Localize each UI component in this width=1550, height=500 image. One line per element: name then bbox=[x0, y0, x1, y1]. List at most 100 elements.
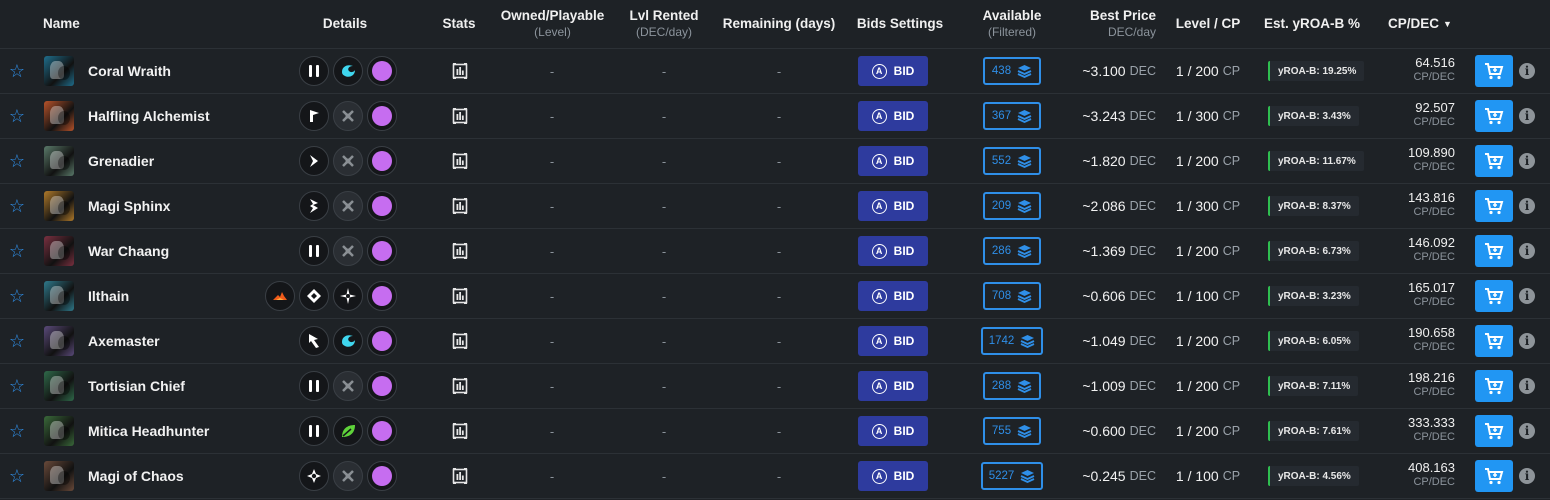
double-strike-icon[interactable] bbox=[299, 191, 329, 221]
buy-cart-button[interactable] bbox=[1475, 145, 1513, 177]
favorite-star-icon[interactable]: ☆ bbox=[8, 454, 26, 498]
stats-icon[interactable] bbox=[450, 94, 470, 138]
mana-icon[interactable] bbox=[367, 281, 397, 311]
mana-icon[interactable] bbox=[367, 101, 397, 131]
buy-cart-button[interactable] bbox=[1475, 370, 1513, 402]
stats-icon[interactable] bbox=[450, 274, 470, 318]
blast-icon[interactable] bbox=[299, 146, 329, 176]
buy-cart-button[interactable] bbox=[1475, 280, 1513, 312]
diamond-icon[interactable] bbox=[299, 281, 329, 311]
mana-icon[interactable] bbox=[367, 56, 397, 86]
info-icon[interactable]: i bbox=[1519, 198, 1535, 214]
favorite-star-icon[interactable]: ☆ bbox=[8, 409, 26, 453]
sneak-icon[interactable] bbox=[299, 56, 329, 86]
buy-cart-button[interactable] bbox=[1475, 415, 1513, 447]
card-name[interactable]: Axemaster bbox=[88, 319, 160, 363]
stats-icon[interactable] bbox=[450, 454, 470, 498]
favorite-star-icon[interactable]: ☆ bbox=[8, 319, 26, 363]
mana-icon[interactable] bbox=[367, 146, 397, 176]
info-icon[interactable]: i bbox=[1519, 288, 1535, 304]
buy-cart-button[interactable] bbox=[1475, 55, 1513, 87]
stats-icon[interactable] bbox=[450, 319, 470, 363]
bid-button[interactable]: A BID bbox=[858, 146, 928, 176]
bid-button[interactable]: A BID bbox=[858, 281, 928, 311]
info-icon[interactable]: i bbox=[1519, 153, 1535, 169]
mana-icon[interactable] bbox=[367, 371, 397, 401]
stats-icon[interactable] bbox=[450, 229, 470, 273]
favorite-star-icon[interactable]: ☆ bbox=[8, 49, 26, 93]
stats-icon[interactable] bbox=[450, 49, 470, 93]
bid-button[interactable]: A BID bbox=[858, 461, 928, 491]
header-cp-dec[interactable]: CP/DEC ▼ bbox=[1380, 0, 1460, 48]
card-thumbnail[interactable] bbox=[44, 101, 74, 131]
mana-icon[interactable] bbox=[367, 191, 397, 221]
card-name[interactable]: Mitica Headhunter bbox=[88, 409, 209, 453]
bid-button[interactable]: A BID bbox=[858, 416, 928, 446]
info-icon[interactable]: i bbox=[1519, 108, 1535, 124]
header-lvl-rented[interactable]: Lvl Rented (DEC/day) bbox=[620, 0, 708, 48]
card-name[interactable]: Magi Sphinx bbox=[88, 184, 170, 228]
info-icon[interactable]: i bbox=[1519, 468, 1535, 484]
card-thumbnail[interactable] bbox=[44, 326, 74, 356]
mana-icon[interactable] bbox=[367, 326, 397, 356]
buy-cart-button[interactable] bbox=[1475, 460, 1513, 492]
card-name[interactable]: Halfling Alchemist bbox=[88, 94, 210, 138]
card-name[interactable]: War Chaang bbox=[88, 229, 169, 273]
mana-icon[interactable] bbox=[367, 236, 397, 266]
info-icon[interactable]: i bbox=[1519, 63, 1535, 79]
card-name[interactable]: Magi of Chaos bbox=[88, 454, 184, 498]
star-icon[interactable] bbox=[333, 281, 363, 311]
info-icon[interactable]: i bbox=[1519, 378, 1535, 394]
mana-icon[interactable] bbox=[367, 416, 397, 446]
empty-icon[interactable] bbox=[333, 236, 363, 266]
mana-icon[interactable] bbox=[367, 461, 397, 491]
sneak-icon[interactable] bbox=[299, 416, 329, 446]
piercing-icon[interactable] bbox=[299, 101, 329, 131]
stats-icon[interactable] bbox=[450, 184, 470, 228]
available-button[interactable]: 367 bbox=[983, 102, 1041, 130]
card-thumbnail[interactable] bbox=[44, 416, 74, 446]
buy-cart-button[interactable] bbox=[1475, 325, 1513, 357]
card-thumbnail[interactable] bbox=[44, 461, 74, 491]
available-button[interactable]: 5227 bbox=[981, 462, 1043, 490]
favorite-star-icon[interactable]: ☆ bbox=[8, 184, 26, 228]
available-button[interactable]: 755 bbox=[983, 417, 1041, 445]
sneak-icon[interactable] bbox=[299, 236, 329, 266]
swim-icon[interactable] bbox=[333, 326, 363, 356]
available-button[interactable]: 286 bbox=[983, 237, 1041, 265]
empty-icon[interactable] bbox=[333, 461, 363, 491]
reach-icon[interactable] bbox=[299, 326, 329, 356]
buy-cart-button[interactable] bbox=[1475, 100, 1513, 132]
available-button[interactable]: 1742 bbox=[981, 327, 1043, 355]
info-icon[interactable]: i bbox=[1519, 243, 1535, 259]
header-level-cp[interactable]: Level / CP bbox=[1170, 0, 1246, 48]
available-button[interactable]: 209 bbox=[983, 192, 1041, 220]
card-thumbnail[interactable] bbox=[44, 191, 74, 221]
card-name[interactable]: Grenadier bbox=[88, 139, 154, 183]
card-name[interactable]: Coral Wraith bbox=[88, 49, 171, 93]
info-icon[interactable]: i bbox=[1519, 423, 1535, 439]
card-thumbnail[interactable] bbox=[44, 236, 74, 266]
bid-button[interactable]: A BID bbox=[858, 101, 928, 131]
available-button[interactable]: 288 bbox=[983, 372, 1041, 400]
bid-button[interactable]: A BID bbox=[858, 326, 928, 356]
header-best-price[interactable]: Best Price DEC/day bbox=[1075, 0, 1156, 48]
bid-button[interactable]: A BID bbox=[858, 371, 928, 401]
header-remaining-days[interactable]: Remaining (days) bbox=[718, 0, 840, 48]
sneak-icon[interactable] bbox=[299, 371, 329, 401]
available-button[interactable]: 438 bbox=[983, 57, 1041, 85]
card-name[interactable]: Tortisian Chief bbox=[88, 364, 185, 408]
favorite-star-icon[interactable]: ☆ bbox=[8, 364, 26, 408]
card-thumbnail[interactable] bbox=[44, 371, 74, 401]
available-button[interactable]: 708 bbox=[983, 282, 1041, 310]
buy-cart-button[interactable] bbox=[1475, 190, 1513, 222]
stats-icon[interactable] bbox=[450, 364, 470, 408]
swim-icon[interactable] bbox=[333, 56, 363, 86]
favorite-star-icon[interactable]: ☆ bbox=[8, 139, 26, 183]
shatter-icon[interactable] bbox=[299, 461, 329, 491]
empty-icon[interactable] bbox=[333, 371, 363, 401]
card-thumbnail[interactable] bbox=[44, 146, 74, 176]
bid-button[interactable]: A BID bbox=[858, 56, 928, 86]
empty-icon[interactable] bbox=[333, 146, 363, 176]
empty-icon[interactable] bbox=[333, 191, 363, 221]
